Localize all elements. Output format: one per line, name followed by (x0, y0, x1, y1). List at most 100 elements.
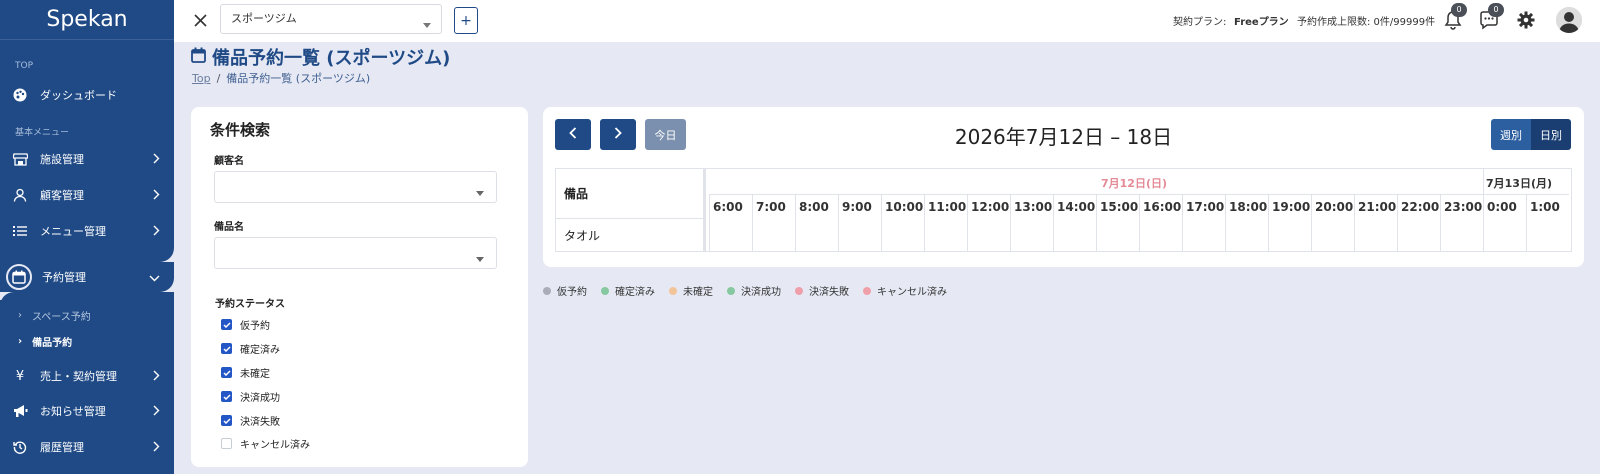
sidebar-subitem-label: スペース予約 (32, 312, 91, 323)
breadcrumb-top-link[interactable]: Top (192, 72, 211, 85)
sidebar-item-notices[interactable]: お知らせ管理 (0, 394, 174, 428)
sidebar-item-reservations[interactable]: 予約管理 (0, 262, 174, 292)
timeline-cell[interactable] (1053, 219, 1096, 251)
app-logo[interactable]: Spekan (0, 0, 174, 40)
plan-label: 契約プラン: (1173, 17, 1227, 28)
notification-badge: 0 (1451, 3, 1467, 17)
timeline-cell[interactable] (1526, 219, 1569, 251)
checkbox-label: 決済失敗 (240, 417, 280, 428)
sidebar-item-customers[interactable]: 顧客管理 (0, 178, 174, 212)
breadcrumb-current: 備品予約一覧 (スポーツジム) (226, 72, 371, 85)
avatar[interactable] (1556, 7, 1582, 33)
day-separator (1483, 169, 1484, 194)
status-checkbox-unconfirmed[interactable]: 未確定 (221, 365, 270, 380)
timeline-cell[interactable] (1268, 219, 1311, 251)
calendar-icon (6, 264, 32, 290)
reservation-limit: 予約作成上限数: 0件/99999件 (1297, 17, 1436, 28)
checkbox-checked-icon[interactable] (221, 343, 232, 354)
sidebar-subitem-label: 備品予約 (32, 338, 73, 349)
sidebar-item-menu[interactable]: メニュー管理 (0, 214, 174, 248)
facility-select[interactable]: スポーツジム (220, 4, 442, 34)
yen-icon: ¥ (15, 368, 25, 384)
caret-down-icon (476, 185, 484, 199)
sidebar-item-sales[interactable]: ¥ 売上・契約管理 (0, 359, 174, 393)
sidebar-item-facility[interactable]: 施設管理 (0, 142, 174, 176)
sidebar-subitem-equipment[interactable]: › 備品予約 (18, 334, 72, 349)
timeline-cell[interactable] (1182, 219, 1225, 251)
page-title: 備品予約一覧 (スポーツジム) (191, 44, 450, 70)
sidebar-subitem-space[interactable]: › スペース予約 (18, 308, 91, 323)
timeline-cell[interactable] (967, 219, 1010, 251)
timeline-cell[interactable] (1096, 219, 1139, 251)
timeline-cell[interactable] (838, 219, 881, 251)
timeline-cell[interactable] (709, 219, 752, 251)
legend-label: 確定済み (615, 287, 655, 298)
hour-header: 16:00 (1139, 194, 1182, 219)
legend-item: 未確定 (669, 283, 713, 298)
timeline-cell[interactable] (924, 219, 967, 251)
search-panel: 条件検索 顧客名 備品名 予約ステータス 仮予約 確定済み 未確定 決済成功 決… (191, 107, 528, 467)
timeline-cell[interactable] (1354, 219, 1397, 251)
status-checkbox-tentative[interactable]: 仮予約 (221, 317, 270, 332)
status-checkbox-payment-success[interactable]: 決済成功 (221, 389, 280, 404)
day-view-button[interactable]: 日別 (1531, 119, 1571, 150)
checkbox-checked-icon[interactable] (221, 319, 232, 330)
status-checkbox-confirmed[interactable]: 確定済み (221, 341, 280, 356)
breadcrumb: Top / 備品予約一覧 (スポーツジム) (192, 70, 370, 86)
hour-header: 18:00 (1225, 194, 1268, 219)
checkbox-checked-icon[interactable] (221, 415, 232, 426)
sidebar-item-label: ダッシュボード (40, 89, 117, 102)
checkbox-checked-icon[interactable] (221, 391, 232, 402)
resource-column-header: 備品 (556, 169, 706, 219)
customer-label: 顧客名 (214, 156, 244, 167)
status-checkbox-payment-failed[interactable]: 決済失敗 (221, 413, 280, 428)
hour-header: 14:00 (1053, 194, 1096, 219)
day-header-monday: 7月13日(月) (1486, 177, 1553, 190)
customer-select[interactable] (214, 171, 497, 203)
timeline-cell[interactable] (1225, 219, 1268, 251)
timeline-cell[interactable] (752, 219, 795, 251)
topbar: スポーツジム + 契約プラン: Freeプラン 予約作成上限数: 0件/9999… (174, 0, 1600, 42)
checkbox-label: 確定済み (240, 345, 280, 356)
legend-label: キャンセル済み (877, 287, 947, 298)
timeline-cell[interactable] (1397, 219, 1440, 251)
sidebar: Spekan TOP ダッシュボード 基本メニュー 施設管理 顧客管理 メニュー… (0, 0, 174, 474)
sidebar-item-label: お知らせ管理 (40, 405, 106, 418)
timeline-cell[interactable] (795, 219, 838, 251)
week-view-button[interactable]: 週別 (1491, 119, 1531, 150)
plan-value: Freeプラン (1234, 17, 1289, 28)
timeline-cell[interactable] (1440, 219, 1483, 251)
hour-header: 20:00 (1311, 194, 1354, 219)
hour-header: 1:00 (1526, 194, 1569, 219)
hour-header: 23:00 (1440, 194, 1483, 219)
timeline-cell[interactable] (881, 219, 924, 251)
resource-timeline: 備品 タオル 7月12日(日) 7月13日(月) 6:00 7:00 8:00 9:0… (555, 168, 1572, 252)
timeline-cell[interactable] (1139, 219, 1182, 251)
hour-header: 13:00 (1010, 194, 1053, 219)
item-select[interactable] (214, 237, 497, 269)
add-facility-button[interactable]: + (454, 7, 478, 34)
gear-icon[interactable] (1516, 10, 1536, 30)
calendar-icon (191, 47, 206, 68)
calendar-title: 2026年7月12日 – 18日 (954, 125, 1173, 149)
sidebar-item-dashboard[interactable]: ダッシュボード (0, 78, 174, 112)
legend-dot (863, 286, 871, 295)
sidebar-notch-top (0, 246, 174, 262)
chevron-right-icon (153, 405, 160, 419)
hour-header: 8:00 (795, 194, 838, 219)
page-title-text: 備品予約一覧 (スポーツジム) (212, 48, 451, 69)
checkbox-unchecked-icon[interactable] (221, 438, 232, 449)
calendar-panel: 今日 2026年7月12日 – 18日 週別 日別 備品 タオル 7月12日(日… (543, 107, 1584, 267)
close-icon[interactable] (190, 10, 210, 30)
legend-item: 仮予約 (543, 283, 587, 298)
sidebar-item-history[interactable]: 履歴管理 (0, 430, 174, 464)
status-label: 予約ステータス (215, 299, 285, 310)
timeline-cell[interactable] (1483, 219, 1526, 251)
status-checkbox-cancelled[interactable]: キャンセル済み (221, 436, 310, 451)
checkbox-checked-icon[interactable] (221, 367, 232, 378)
status-legend: 仮予約 確定済み 未確定 決済成功 決済失敗 キャンセル済み (543, 283, 961, 298)
timeline-cell[interactable] (1010, 219, 1053, 251)
timeline-cell[interactable] (1311, 219, 1354, 251)
chevron-right-icon (153, 441, 160, 455)
chevron-right-icon (153, 225, 160, 239)
